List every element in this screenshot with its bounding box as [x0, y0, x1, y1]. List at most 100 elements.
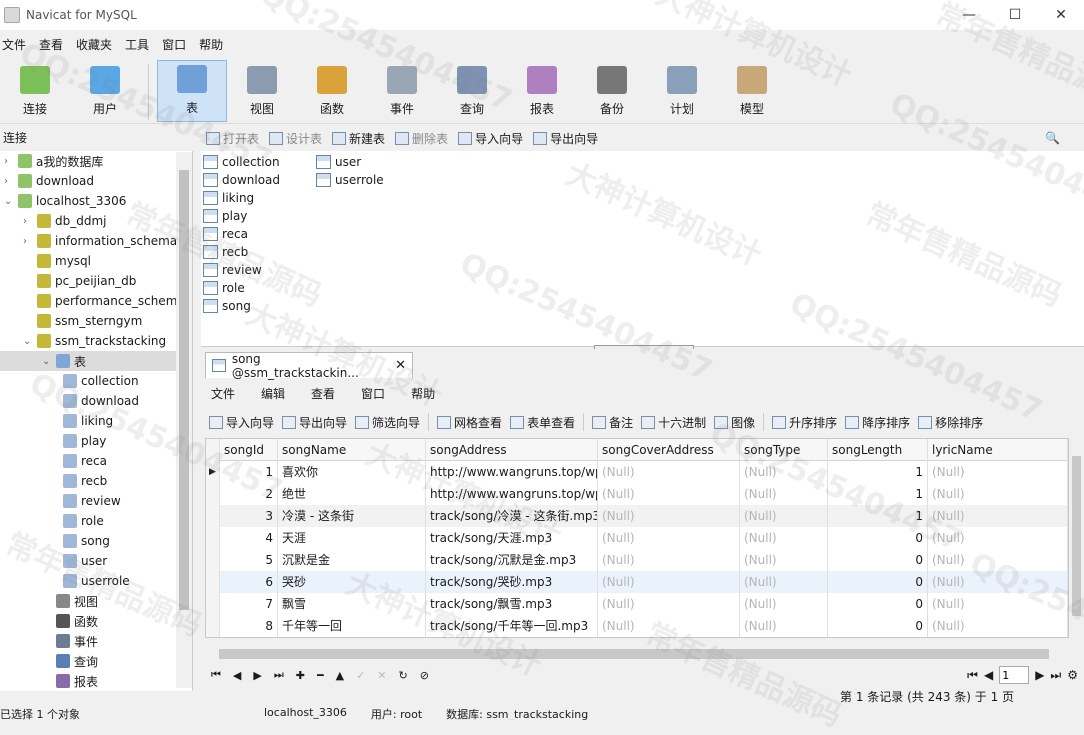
grid-tool-button-7[interactable]: 图像	[714, 414, 755, 431]
tab-song[interactable]: song @ssm_trackstackin... ✕	[205, 352, 413, 380]
table-cell[interactable]: (Null)	[740, 483, 828, 505]
object-item[interactable]: play	[203, 207, 247, 225]
tree-item[interactable]: 视图	[42, 591, 98, 611]
subtoolbar-button-2[interactable]: 新建表	[332, 130, 385, 147]
column-header[interactable]: songLength	[828, 439, 928, 461]
table-cell[interactable]: 0	[828, 571, 928, 593]
tree-item[interactable]: 报表	[42, 671, 98, 691]
object-item[interactable]: reca	[203, 225, 248, 243]
last-page-icon[interactable]: ⏭	[1050, 668, 1061, 683]
table-cell[interactable]: (Null)	[928, 571, 1068, 593]
table-menu-window[interactable]: 窗口	[361, 385, 385, 402]
tree-item[interactable]: pc_peijian_db	[23, 271, 136, 291]
tree-item[interactable]: › a我的数据库	[4, 151, 103, 171]
table-cell[interactable]: 0	[828, 615, 928, 637]
object-item[interactable]: recb	[203, 243, 248, 261]
table-cell[interactable]: (Null)	[598, 615, 740, 637]
first-page-icon[interactable]: ⏮	[967, 668, 978, 683]
table-cell[interactable]: (Null)	[740, 549, 828, 571]
table-cell[interactable]: 1	[828, 461, 928, 483]
table-cell[interactable]: (Null)	[928, 461, 1068, 483]
grid-tool-button-4[interactable]: 表单查看	[510, 414, 575, 431]
table-cell[interactable]: (Null)	[740, 505, 828, 527]
column-header[interactable]: songType	[740, 439, 828, 461]
toolbar-model-button[interactable]: 模型	[717, 60, 787, 122]
table-cell[interactable]: http://www.wangruns.top/wp	[426, 461, 598, 483]
tree-item[interactable]: mysql	[23, 251, 91, 271]
tree-item[interactable]: › download	[4, 171, 94, 191]
menu-favorites[interactable]: 收藏夹	[76, 36, 125, 53]
tree-item[interactable]: review	[61, 491, 121, 511]
table-cell[interactable]: (Null)	[928, 527, 1068, 549]
table-cell[interactable]: 千年等一回	[278, 615, 426, 637]
table-menu-help[interactable]: 帮助	[411, 385, 435, 402]
grid-vertical-scrollbar[interactable]	[1069, 438, 1084, 638]
table-row[interactable]: 8 千年等一回 track/song/千年等一回.mp3 (Null) (Null) 0(…	[206, 615, 1068, 637]
tree-item[interactable]: liking	[61, 411, 113, 431]
first-record-icon[interactable]: ⏮	[211, 668, 221, 682]
menu-view[interactable]: 查看	[39, 36, 76, 53]
previous-record-icon[interactable]: ◀	[233, 669, 241, 682]
toolbar-backup-button[interactable]: 备份	[577, 60, 647, 122]
table-cell[interactable]: (Null)	[598, 505, 740, 527]
expand-chevron-icon[interactable]: ⌄	[23, 336, 35, 347]
table-cell[interactable]: 沉默是金	[278, 549, 426, 571]
close-tab-icon[interactable]: ✕	[395, 358, 406, 373]
subtoolbar-button-3[interactable]: 删除表	[395, 130, 448, 147]
table-cell[interactable]: (Null)	[740, 615, 828, 637]
table-cell[interactable]: (Null)	[928, 549, 1068, 571]
table-cell[interactable]: 1	[220, 461, 278, 483]
grid-tool-button-5[interactable]: 备注	[592, 414, 633, 431]
tree-item[interactable]: song	[61, 531, 110, 551]
maximize-button[interactable]: ☐	[992, 0, 1038, 30]
search-icon[interactable]: 🔍	[1045, 131, 1060, 145]
tree-item[interactable]: play	[61, 431, 106, 451]
apply-icon[interactable]: ✓	[356, 669, 365, 682]
table-cell[interactable]: track/song/千年等一回.mp3	[426, 615, 598, 637]
table-cell[interactable]: 6	[220, 571, 278, 593]
up-icon[interactable]: ▲	[336, 669, 344, 682]
table-cell[interactable]: 飘雪	[278, 593, 426, 615]
column-header[interactable]: songId	[220, 439, 278, 461]
table-row[interactable]: ▶ 1 喜欢你 http://www.wangruns.top/wp (Null) (Nu…	[206, 461, 1068, 483]
close-button[interactable]: ✕	[1038, 0, 1084, 30]
table-menu-edit[interactable]: 编辑	[261, 385, 285, 402]
table-cell[interactable]: (Null)	[598, 461, 740, 483]
table-cell[interactable]: track/song/冷漠 - 这条街.mp3	[426, 505, 598, 527]
next-record-icon[interactable]: ▶	[253, 669, 261, 682]
toolbar-event-button[interactable]: 事件	[367, 60, 437, 122]
table-cell[interactable]: track/song/哭砂.mp3	[426, 571, 598, 593]
table-cell[interactable]: 绝世	[278, 483, 426, 505]
expand-chevron-icon[interactable]: ›	[4, 176, 16, 187]
table-cell[interactable]: (Null)	[928, 615, 1068, 637]
object-item[interactable]: userrole	[316, 171, 384, 189]
table-cell[interactable]: 1	[828, 505, 928, 527]
discard-icon[interactable]: ✕	[377, 669, 386, 682]
object-item[interactable]: user	[316, 153, 361, 171]
tree-item[interactable]: download	[61, 391, 139, 411]
tree-item[interactable]: 函数	[42, 611, 98, 631]
table-row[interactable]: 2 绝世 http://www.wangruns.top/wp (Null) (Null…	[206, 483, 1068, 505]
table-cell[interactable]: 哭砂	[278, 571, 426, 593]
refresh-icon[interactable]: ↻	[399, 669, 408, 682]
table-row[interactable]: 7 飘雪 track/song/飘雪.mp3 (Null) (Null) 0 (Null)	[206, 593, 1068, 615]
table-cell[interactable]: 7	[220, 593, 278, 615]
tree-item[interactable]: › db_ddmj	[23, 211, 107, 231]
table-row[interactable]: 5 沉默是金 track/song/沉默是金.mp3 (Null) (Null) 0 (Nu…	[206, 549, 1068, 571]
grid-tool-button-2[interactable]: 筛选向导	[355, 414, 420, 431]
tree-item[interactable]: 查询	[42, 651, 98, 671]
table-cell[interactable]: (Null)	[928, 505, 1068, 527]
tree-item[interactable]: role	[61, 511, 104, 531]
table-cell[interactable]: (Null)	[598, 527, 740, 549]
toolbar-connection-button[interactable]: 连接	[0, 60, 70, 122]
table-cell[interactable]: 喜欢你	[278, 461, 426, 483]
table-cell[interactable]: (Null)	[928, 593, 1068, 615]
column-header[interactable]: lyricName	[928, 439, 1068, 461]
table-cell[interactable]: 0	[828, 593, 928, 615]
tree-item[interactable]: › information_schema	[23, 231, 177, 251]
tree-item[interactable]: ⌄ ssm_trackstacking	[23, 331, 166, 351]
table-cell[interactable]: (Null)	[928, 483, 1068, 505]
last-record-icon[interactable]: ⏭	[274, 668, 284, 682]
toolbar-report-button[interactable]: 报表	[507, 60, 577, 122]
minimize-button[interactable]: —	[946, 0, 992, 30]
